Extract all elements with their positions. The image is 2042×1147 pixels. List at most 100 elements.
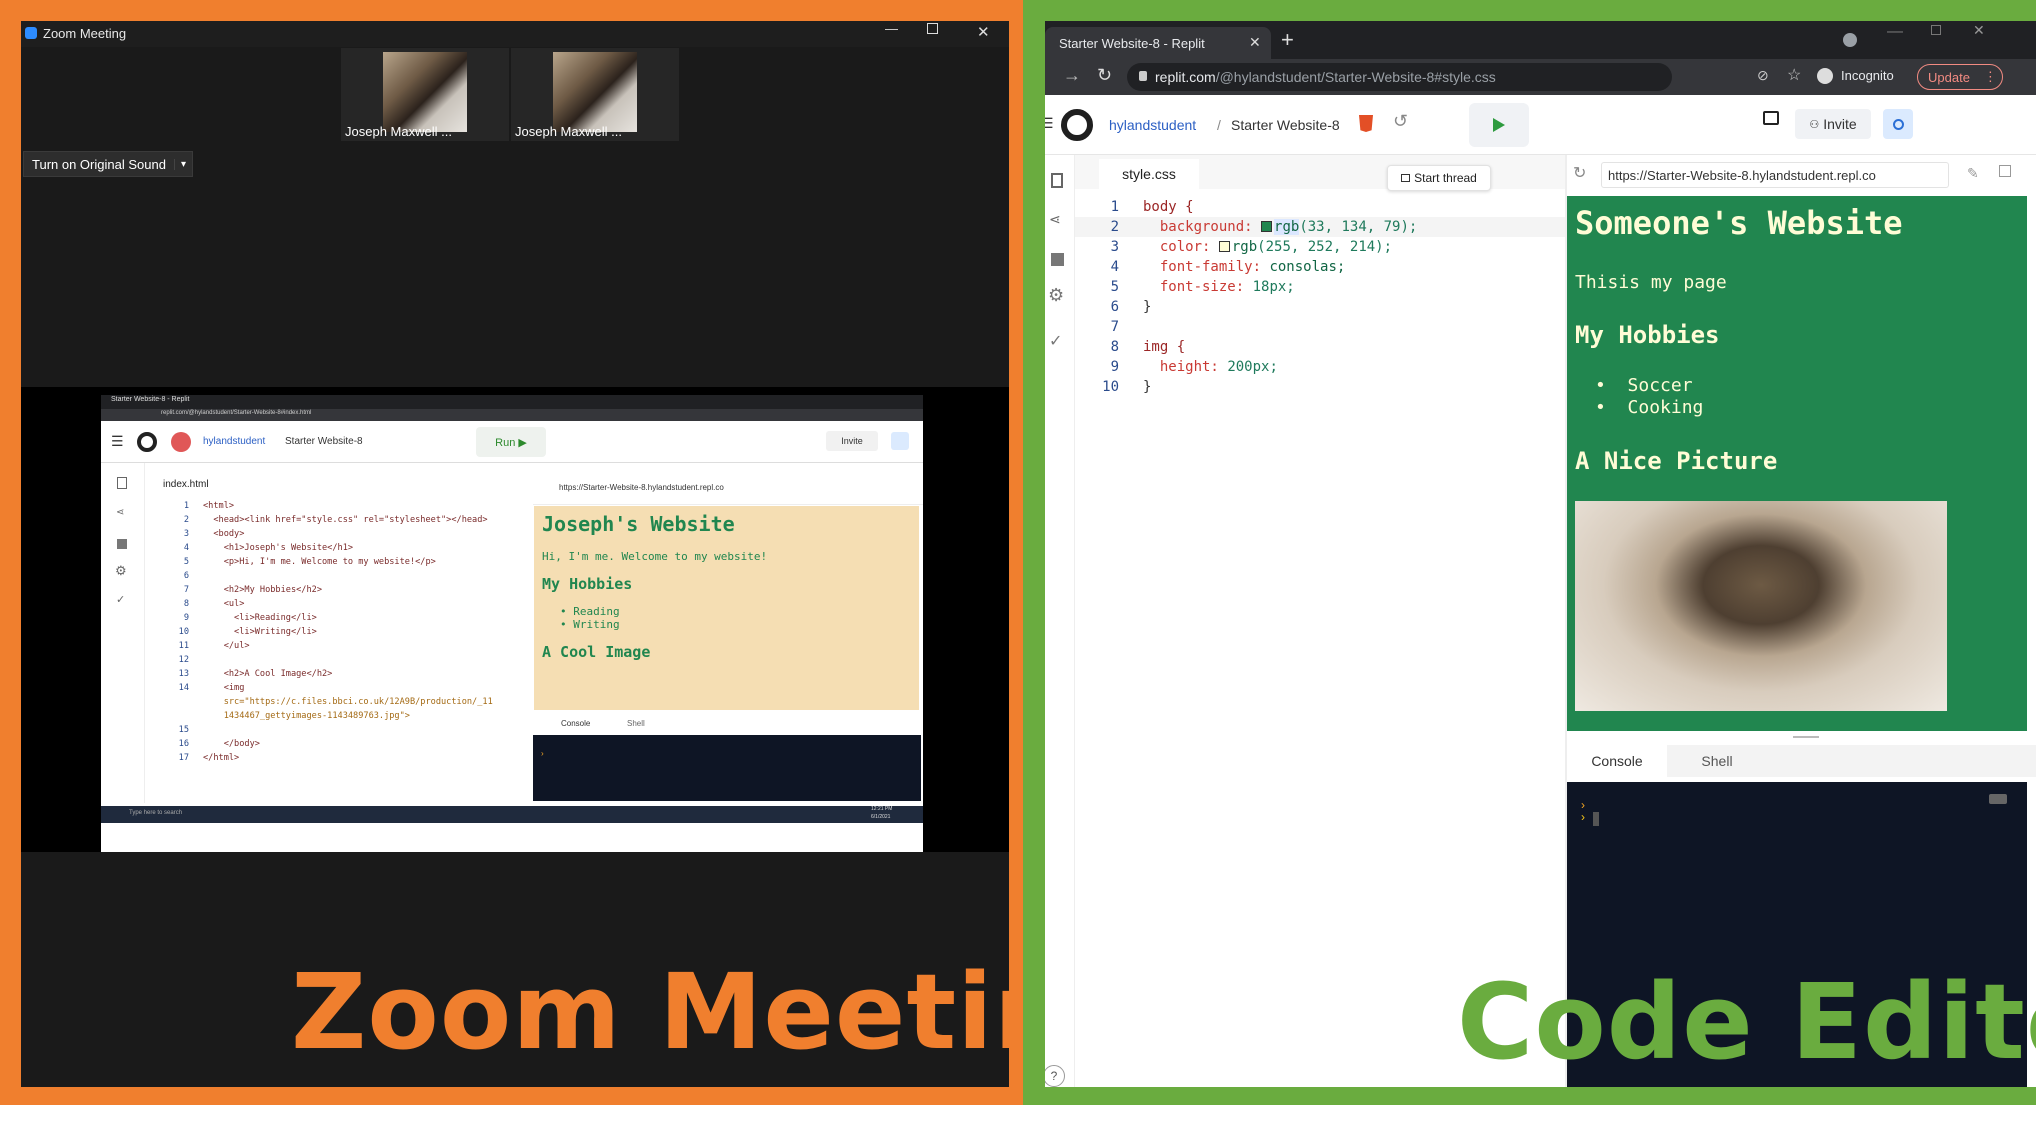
- color-swatch[interactable]: [1261, 221, 1273, 232]
- color-swatch[interactable]: [1218, 241, 1230, 252]
- minimize-icon[interactable]: —: [1887, 23, 1903, 41]
- settings-icon[interactable]: ⚙: [115, 563, 127, 579]
- share-icon[interactable]: ⋖: [1049, 211, 1061, 228]
- tab-console[interactable]: Console: [1567, 745, 1667, 777]
- code-text: <p>Hi, I'm me. Welcome to my website!</p…: [203, 557, 436, 567]
- participant-tile[interactable]: Joseph Maxwell ...: [511, 48, 679, 141]
- reload-icon[interactable]: ↻: [1573, 163, 1586, 183]
- tab-shell[interactable]: Shell: [1667, 745, 1767, 777]
- list-item: • Writing: [560, 618, 620, 631]
- code-line: 14 <img: [145, 681, 515, 695]
- tab-style-css[interactable]: style.css: [1099, 159, 1199, 189]
- code-line: 12: [145, 653, 515, 667]
- edit-icon[interactable]: ✎: [1967, 165, 1979, 182]
- incognito-label: Incognito: [1841, 68, 1894, 83]
- code-line: 5 <p>Hi, I'm me. Welcome to my website!<…: [145, 555, 515, 569]
- preview-url-bar[interactable]: https://Starter-Website-8.hylandstudent.…: [1601, 162, 1949, 188]
- help-icon[interactable]: ?: [1045, 1065, 1065, 1087]
- tab-search-icon[interactable]: [1843, 33, 1857, 47]
- zoom-meeting-label: Zoom Meeting: [291, 951, 1009, 1073]
- code-text: <h2>My Hobbies</h2>: [203, 585, 322, 595]
- menu-icon[interactable]: ☰: [1045, 115, 1054, 132]
- start-thread-button[interactable]: Start thread: [1387, 165, 1491, 191]
- shared-project[interactable]: Starter Website-8: [285, 436, 363, 447]
- run-button[interactable]: [1469, 103, 1529, 147]
- star-icon[interactable]: ☆: [1787, 65, 1801, 85]
- share-icon[interactable]: ⋖: [116, 507, 124, 518]
- maximize-icon[interactable]: [1931, 25, 1941, 35]
- check-icon[interactable]: ✓: [1049, 331, 1062, 351]
- prompt-icon: ›: [1581, 810, 1585, 824]
- minimize-icon[interactable]: —: [885, 21, 898, 36]
- chevron-down-icon[interactable]: ▾: [173, 158, 192, 170]
- files-icon[interactable]: [1051, 173, 1063, 188]
- shared-code-editor[interactable]: 1 <html> 2 <head><link href="style.css" re…: [145, 499, 515, 799]
- original-sound-button[interactable]: Turn on Original Sound ▾: [23, 151, 193, 177]
- new-tab-icon[interactable]: +: [1281, 27, 1294, 53]
- files-icon[interactable]: [117, 477, 127, 489]
- site-preview: Someone's Website Thisis my page My Hobb…: [1567, 196, 2027, 731]
- project-name[interactable]: Starter Website-8: [1231, 117, 1340, 133]
- replit-header: ☰ hylandstudent / Starter Website-8 ↺ ⚇ …: [1045, 95, 2036, 155]
- browser-tab[interactable]: Starter Website-8 - Replit ✕: [1045, 27, 1271, 59]
- add-user-icon: ⚇: [1809, 118, 1820, 131]
- chat-icon: [1401, 174, 1411, 182]
- original-sound-label: Turn on Original Sound: [32, 156, 166, 172]
- menu-icon[interactable]: ☰: [111, 433, 124, 450]
- more-icon[interactable]: ⋮: [1984, 69, 1997, 85]
- search-button[interactable]: [1883, 109, 1913, 139]
- close-tab-icon[interactable]: ✕: [1249, 34, 1261, 51]
- invite-button[interactable]: ⚇ Invite: [1795, 109, 1871, 139]
- shared-invite-button[interactable]: Invite: [826, 431, 878, 451]
- close-icon[interactable]: ✕: [977, 23, 990, 41]
- shared-username[interactable]: hylandstudent: [203, 436, 265, 447]
- forward-icon[interactable]: →: [1063, 65, 1081, 86]
- packages-icon[interactable]: [117, 539, 127, 549]
- invite-label: Invite: [841, 436, 863, 446]
- list-item: • Reading: [560, 605, 620, 618]
- taskbar-search[interactable]: Type here to search: [129, 810, 182, 816]
- shared-file-tab[interactable]: index.html: [163, 479, 209, 490]
- url-text: replit.com/@hylandstudent/Starter-Websit…: [1155, 69, 1496, 85]
- css-code-editor[interactable]: 1 body { 2 background: rgb(33, 134, 79); …: [1075, 197, 1565, 397]
- check-icon[interactable]: ✓: [116, 593, 125, 606]
- shared-console-tab[interactable]: Console: [561, 719, 590, 728]
- search-icon[interactable]: [891, 432, 909, 450]
- site-h2: My Hobbies: [1575, 321, 1720, 349]
- code-line: 3 color: rgb(255, 252, 214);: [1075, 237, 1565, 257]
- line-number: 9: [183, 613, 189, 623]
- url-bar[interactable]: replit.com/@hylandstudent/Starter-Websit…: [1127, 63, 1672, 91]
- shared-shell-tab[interactable]: Shell: [627, 719, 645, 728]
- open-new-tab-icon[interactable]: [1999, 165, 2011, 177]
- chat-icon[interactable]: [1763, 111, 1779, 125]
- shared-site-paragraph: Hi, I'm me. Welcome to my website!: [542, 550, 768, 563]
- code-value: consolas;: [1269, 259, 1346, 275]
- code-line: 11 </ul>: [145, 639, 515, 653]
- history-icon[interactable]: ↺: [1393, 111, 1408, 132]
- list-item: • Soccer: [1595, 375, 1693, 396]
- reload-icon[interactable]: ↻: [1097, 65, 1112, 86]
- maximize-icon[interactable]: [927, 23, 938, 34]
- code-text: <ul>: [203, 599, 245, 609]
- update-button[interactable]: Update ⋮: [1917, 64, 2003, 90]
- code-text: }: [1143, 379, 1152, 395]
- zoom-window-title: Zoom Meeting: [43, 26, 127, 41]
- code-line: 4 font-family: consolas;: [1075, 257, 1565, 277]
- packages-icon[interactable]: [1051, 253, 1064, 266]
- code-line: 7: [1075, 317, 1565, 337]
- line-number: 13: [178, 669, 189, 679]
- close-icon[interactable]: ✕: [1973, 22, 1985, 39]
- code-text: src="https://c.files.bbci.co.uk/12A9B/pr…: [203, 697, 493, 707]
- shared-taskbar: Type here to search 12:21 PM 6/1/2021: [101, 806, 923, 823]
- username-link[interactable]: hylandstudent: [1109, 117, 1196, 133]
- participant-tile[interactable]: Joseph Maxwell ...: [341, 48, 509, 141]
- shared-console[interactable]: ›: [533, 735, 921, 801]
- resize-handle[interactable]: [1793, 736, 1819, 738]
- code-line: 10 <li>Writing</li>: [145, 625, 515, 639]
- settings-icon[interactable]: ⚙: [1048, 285, 1064, 306]
- taskbar-date: 6/1/2021: [871, 814, 891, 820]
- eye-off-icon[interactable]: ⊘: [1757, 67, 1769, 84]
- shared-run-button[interactable]: Run ▶: [476, 427, 546, 457]
- list-item-text: Reading: [573, 605, 620, 618]
- clear-console-icon[interactable]: [1989, 794, 2007, 804]
